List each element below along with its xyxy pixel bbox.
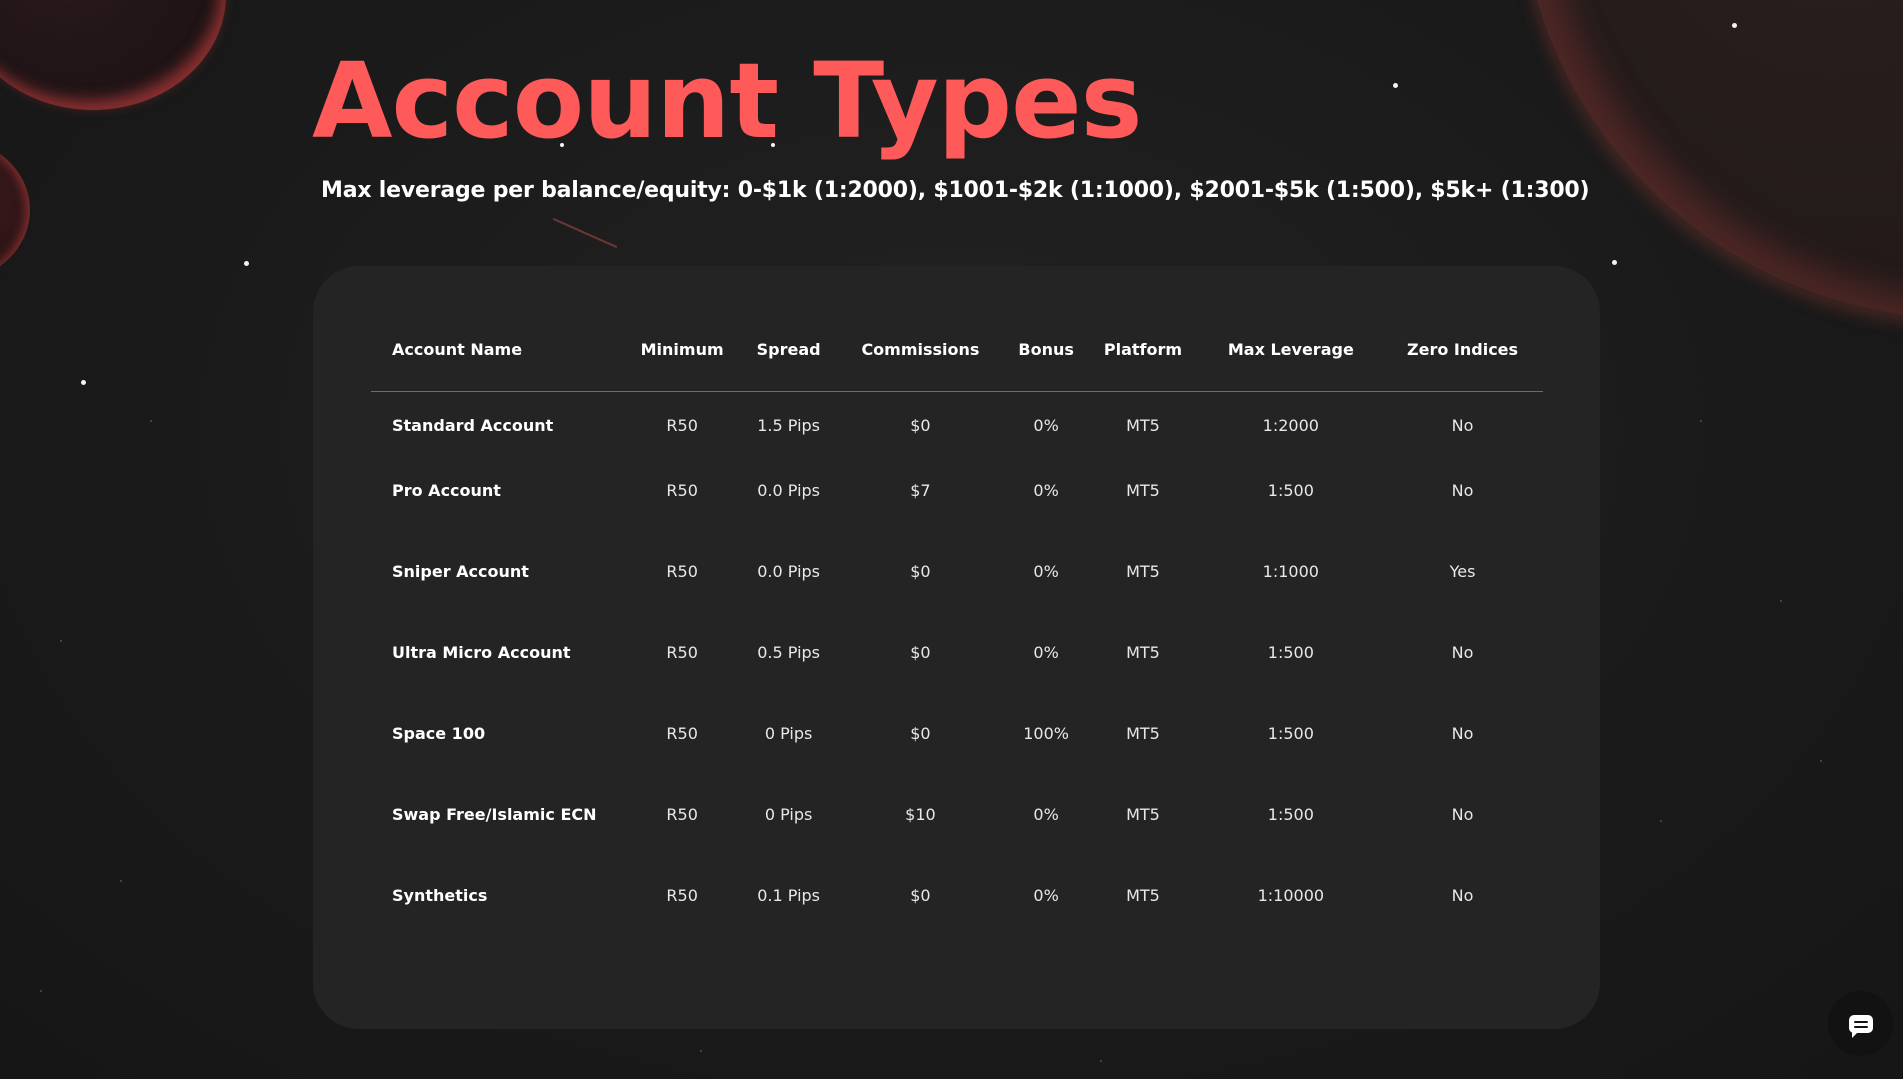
cell-commissions: $10 [905,805,936,824]
cell-platform: MT5 [1126,886,1160,905]
cell-account-name: Swap Free/Islamic ECN [392,805,597,824]
cell-account-name: Standard Account [392,415,554,435]
cell-zero-indices: No [1451,481,1474,500]
cell-platform: MT5 [1126,643,1160,662]
cell-max-leverage: 1:1000 [1262,562,1319,581]
cell-max-leverage: 1:500 [1267,481,1314,500]
dust [40,990,42,992]
header-spread: Spread [742,328,835,392]
table-row: Standard Account R50 1.5 Pips $0 0% MT5 … [371,392,1543,451]
header-zero-indices: Zero Indices [1382,328,1543,392]
cell-zero-indices: No [1451,805,1474,824]
cell-zero-indices: No [1451,724,1474,743]
cell-platform: MT5 [1126,724,1160,743]
cell-minimum: R50 [666,886,698,905]
cell-zero-indices: No [1451,415,1474,435]
cell-account-name: Space 100 [392,724,486,743]
dust [60,640,62,642]
cell-bonus: 100% [1023,724,1069,743]
table-row: Pro Account R50 0.0 Pips $7 0% MT5 1:500… [371,450,1543,531]
dust [120,880,122,882]
cell-commissions: $0 [910,562,931,581]
cell-platform: MT5 [1126,562,1160,581]
cell-bonus: 0% [1033,415,1059,435]
cell-bonus: 0% [1033,886,1059,905]
star [1732,23,1737,28]
planet-decoration [0,0,226,110]
header-max-leverage: Max Leverage [1199,328,1383,392]
cell-bonus: 0% [1033,562,1059,581]
dust [150,420,152,422]
account-types-table: Account Name Minimum Spread Commissions … [371,328,1543,936]
cell-minimum: R50 [666,415,698,435]
cell-spread: 0 Pips [764,805,813,824]
cell-zero-indices: No [1451,643,1474,662]
cell-zero-indices: No [1451,886,1474,905]
cell-platform: MT5 [1126,805,1160,824]
cell-bonus: 0% [1033,643,1059,662]
header-platform: Platform [1086,328,1200,392]
header-commissions: Commissions [834,328,1006,392]
cell-max-leverage: 1:2000 [1262,415,1319,435]
cell-account-name: Sniper Account [392,562,529,581]
cell-account-name: Ultra Micro Account [392,643,571,662]
cell-account-name: Synthetics [392,886,488,905]
cell-bonus: 0% [1033,805,1059,824]
cell-minimum: R50 [666,724,698,743]
cell-spread: 0.0 Pips [757,481,820,500]
cell-minimum: R50 [666,562,698,581]
header-minimum: Minimum [622,328,743,392]
star [244,261,249,266]
cell-commissions: $0 [910,643,931,662]
cell-minimum: R50 [666,643,698,662]
meteor-streak [552,217,618,249]
table-row: Synthetics R50 0.1 Pips $0 0% MT5 1:1000… [371,855,1543,936]
cell-spread: 0 Pips [764,724,813,743]
leverage-subtitle: Max leverage per balance/equity: 0-$1k (… [321,178,1590,203]
table-header-row: Account Name Minimum Spread Commissions … [371,328,1543,392]
chat-bubble-icon [1848,1014,1873,1038]
star [1612,260,1617,265]
cell-max-leverage: 1:500 [1267,643,1314,662]
cell-max-leverage: 1:10000 [1257,886,1325,905]
dust [1780,600,1782,602]
cell-spread: 1.5 Pips [757,415,820,435]
page-title: Account Types [312,40,1143,162]
dust [1660,820,1662,822]
dust [700,1050,702,1052]
header-bonus: Bonus [1005,328,1087,392]
cell-spread: 0.1 Pips [757,886,820,905]
table-row: Ultra Micro Account R50 0.5 Pips $0 0% M… [371,612,1543,693]
table-row: Sniper Account R50 0.0 Pips $0 0% MT5 1:… [371,531,1543,612]
cell-commissions: $0 [910,724,931,743]
chat-launcher-button[interactable] [1828,991,1893,1056]
cell-minimum: R50 [666,481,698,500]
dust [1700,420,1702,422]
cell-commissions: $7 [910,481,931,500]
table-row: Swap Free/Islamic ECN R50 0 Pips $10 0% … [371,774,1543,855]
cell-max-leverage: 1:500 [1267,724,1314,743]
cell-zero-indices: Yes [1449,562,1476,581]
cell-commissions: $0 [910,415,931,435]
cell-bonus: 0% [1033,481,1059,500]
cell-commissions: $0 [910,886,931,905]
planet-decoration [0,140,30,280]
page-background: Account Types Max leverage per balance/e… [0,0,1903,1079]
table-row: Space 100 R50 0 Pips $0 100% MT5 1:500 N… [371,693,1543,774]
cell-minimum: R50 [666,805,698,824]
cell-spread: 0.5 Pips [757,643,820,662]
cell-account-name: Pro Account [392,481,501,500]
account-types-card: Account Name Minimum Spread Commissions … [313,266,1600,1029]
star [1393,83,1398,88]
cell-platform: MT5 [1126,415,1160,435]
cell-spread: 0.0 Pips [757,562,820,581]
dust [1820,760,1822,762]
star [81,380,86,385]
header-account-name: Account Name [371,328,622,392]
cell-platform: MT5 [1126,481,1160,500]
cell-max-leverage: 1:500 [1267,805,1314,824]
dust [1100,1060,1102,1062]
